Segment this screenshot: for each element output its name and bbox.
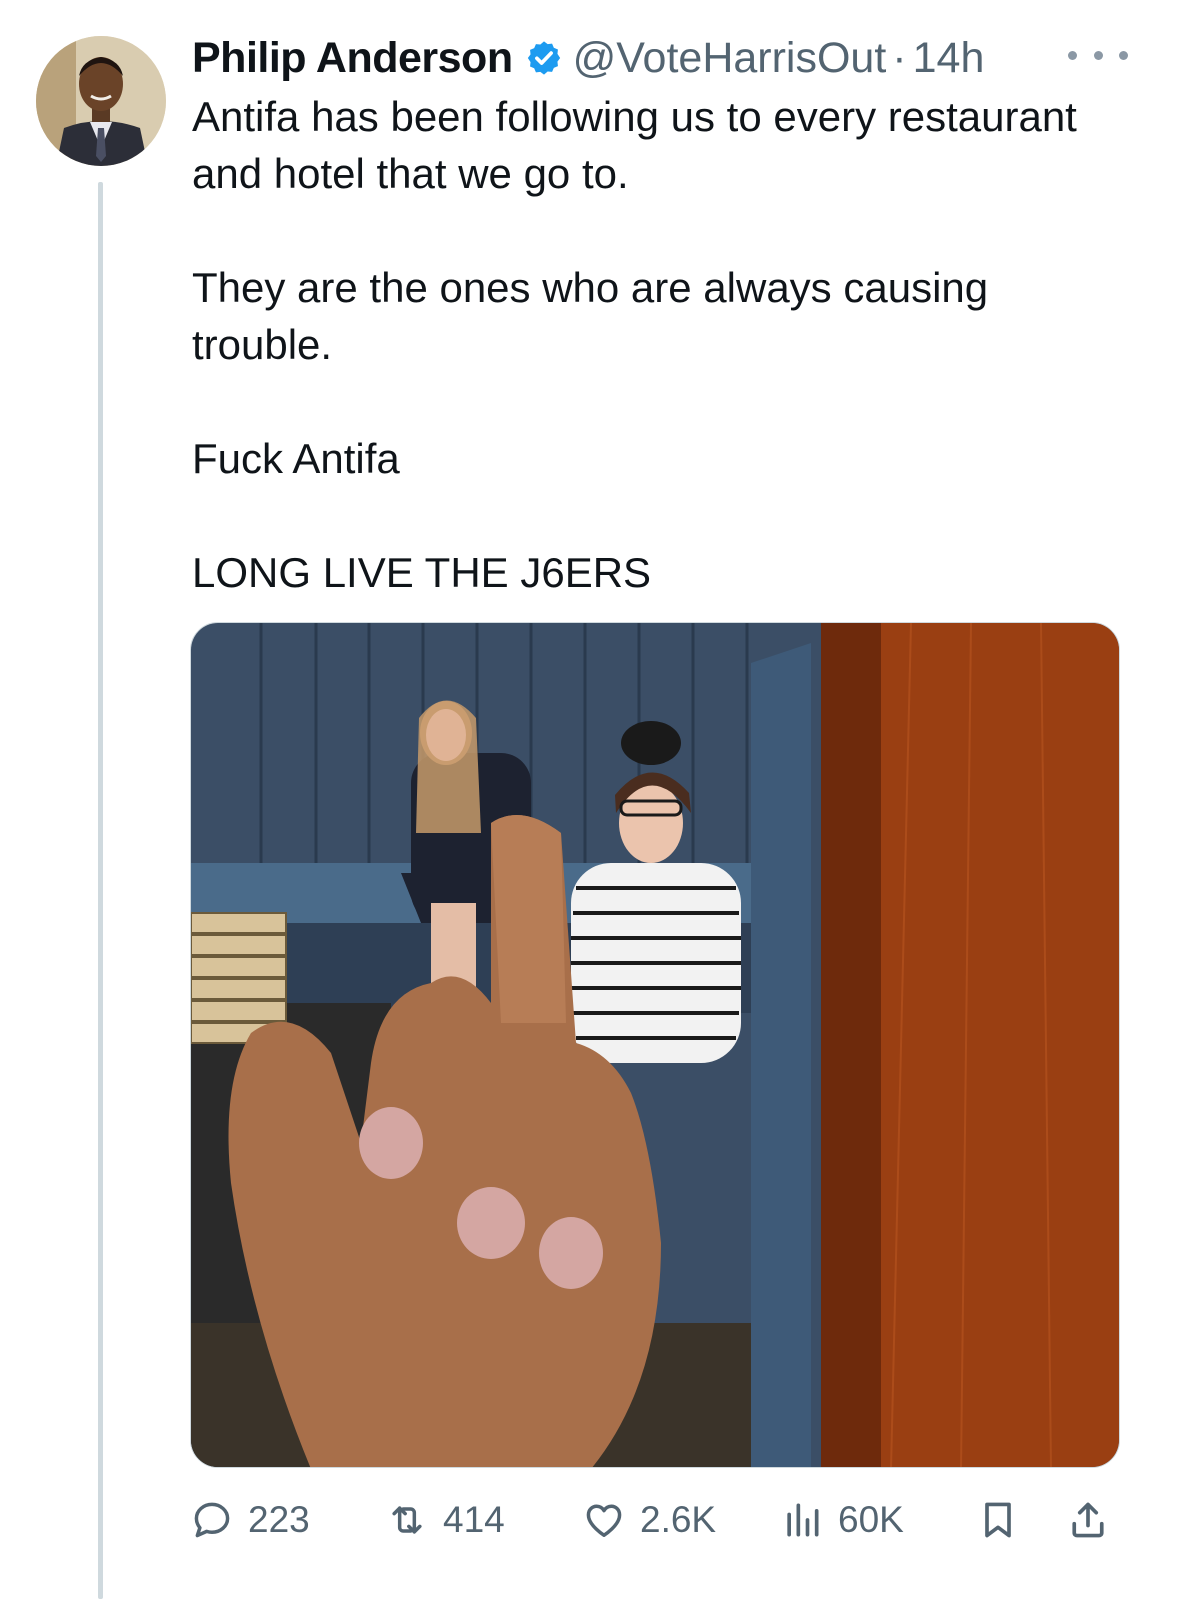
timestamp[interactable]: 14h: [913, 34, 985, 83]
author-handle[interactable]: @VoteHarrisOut: [573, 34, 887, 83]
separator-dot: ·: [892, 33, 907, 82]
action-bar: 223 414 2.6K 60K: [190, 1490, 1120, 1550]
share-icon: [1072, 1502, 1104, 1538]
tweet-photo[interactable]: [190, 622, 1120, 1468]
tweet-paragraph: They are the ones who are always causing…: [192, 264, 989, 368]
tweet-paragraph: LONG LIVE THE J6ERS: [192, 549, 652, 596]
repost-icon: [392, 1506, 422, 1534]
tweet-paragraph: Fuck Antifa: [192, 435, 400, 482]
tweet-text: Antifa has been following us to every re…: [192, 88, 1132, 601]
repost-count: 414: [443, 1499, 505, 1540]
more-options-icon[interactable]: [1068, 38, 1128, 72]
verified-badge-icon: [527, 41, 560, 75]
tweet-paragraph: Antifa has been following us to every re…: [192, 93, 1077, 197]
heart-icon: [586, 1504, 622, 1537]
like-count: 2.6K: [640, 1499, 717, 1540]
avatar[interactable]: [36, 36, 166, 166]
share-button[interactable]: [1066, 1490, 1110, 1550]
thread-line: [98, 182, 103, 1599]
reply-button[interactable]: 223: [190, 1490, 310, 1550]
repost-button[interactable]: 414: [385, 1490, 505, 1550]
reply-count: 223: [248, 1499, 310, 1540]
author-name[interactable]: Philip Anderson: [192, 34, 513, 83]
views-button[interactable]: 60K: [780, 1490, 904, 1550]
reply-icon: [194, 1502, 230, 1538]
like-button[interactable]: 2.6K: [582, 1490, 716, 1550]
bookmark-button[interactable]: [976, 1490, 1020, 1550]
views-chart-icon: [787, 1503, 819, 1537]
views-count: 60K: [838, 1499, 904, 1540]
bookmark-icon: [985, 1502, 1011, 1538]
tweet-header: Philip Anderson @VoteHarrisOut · 14h: [192, 30, 1132, 86]
